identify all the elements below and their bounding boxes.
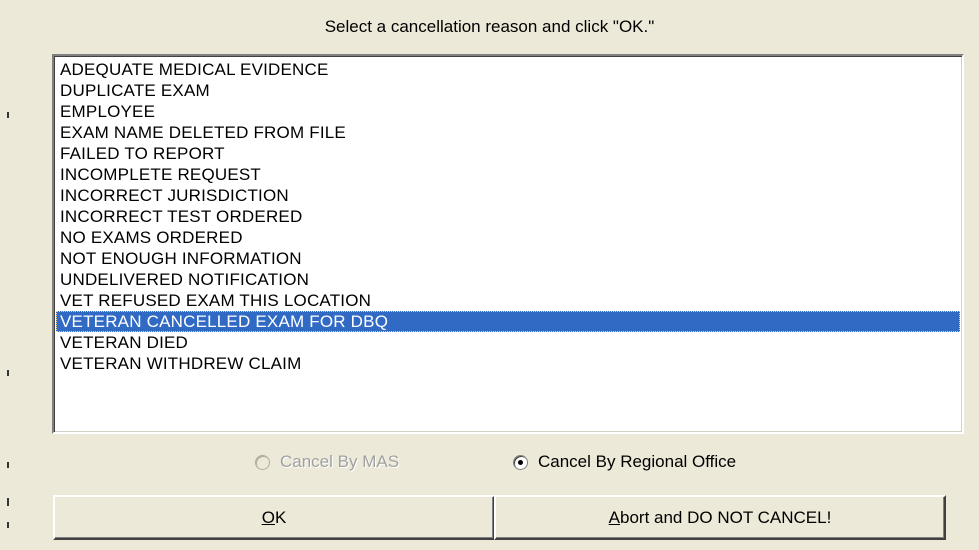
left-window-edge bbox=[0, 0, 12, 550]
list-item[interactable]: NOT ENOUGH INFORMATION bbox=[56, 248, 960, 269]
list-item[interactable]: EMPLOYEE bbox=[56, 101, 960, 122]
abort-button[interactable]: Abort and DO NOT CANCEL! bbox=[494, 495, 946, 540]
list-item[interactable]: VET REFUSED EXAM THIS LOCATION bbox=[56, 290, 960, 311]
ok-label-rest: K bbox=[274, 507, 287, 527]
abort-mnemonic: A bbox=[608, 507, 620, 527]
list-item[interactable]: EXAM NAME DELETED FROM FILE bbox=[56, 122, 960, 143]
cancel-by-regional-office-option[interactable]: Cancel By Regional Office bbox=[513, 452, 736, 472]
edge-mark bbox=[7, 370, 9, 376]
edge-mark bbox=[7, 112, 9, 118]
list-item[interactable]: NO EXAMS ORDERED bbox=[56, 227, 960, 248]
edge-mark bbox=[7, 498, 9, 506]
cancel-by-mas-option[interactable]: Cancel By MAS bbox=[255, 452, 399, 472]
list-item[interactable]: ADEQUATE MEDICAL EVIDENCE bbox=[56, 59, 960, 80]
list-item[interactable]: VETERAN DIED bbox=[56, 332, 960, 353]
dialog-prompt: Select a cancellation reason and click "… bbox=[324, 17, 655, 36]
list-item[interactable]: VETERAN WITHDREW CLAIM bbox=[56, 353, 960, 374]
ok-mnemonic: O bbox=[261, 507, 275, 527]
cancel-by-mas-label: Cancel By MAS bbox=[280, 452, 400, 471]
abort-label-rest: bort and DO NOT CANCEL! bbox=[620, 507, 832, 527]
list-item[interactable]: DUPLICATE EXAM bbox=[56, 80, 960, 101]
list-item[interactable]: INCORRECT JURISDICTION bbox=[56, 185, 960, 206]
cancel-by-regional-office-label: Cancel By Regional Office bbox=[538, 452, 737, 471]
list-item[interactable]: UNDELIVERED NOTIFICATION bbox=[56, 269, 960, 290]
cancellation-reason-list[interactable]: ADEQUATE MEDICAL EVIDENCE DUPLICATE EXAM E… bbox=[52, 54, 964, 434]
radio-checked-icon[interactable] bbox=[513, 454, 528, 470]
edge-mark bbox=[7, 462, 9, 468]
ok-button[interactable]: OK bbox=[53, 495, 495, 540]
edge-mark bbox=[7, 522, 9, 528]
list-item[interactable]: INCOMPLETE REQUEST bbox=[56, 164, 960, 185]
list-item[interactable]: VETERAN CANCELLED EXAM FOR DBQ bbox=[56, 311, 960, 332]
radio-unchecked-icon[interactable] bbox=[255, 454, 270, 470]
list-item[interactable]: FAILED TO REPORT bbox=[56, 143, 960, 164]
cancellation-dialog: Select a cancellation reason and click "… bbox=[0, 0, 979, 550]
list-item[interactable]: INCORRECT TEST ORDERED bbox=[56, 206, 960, 227]
